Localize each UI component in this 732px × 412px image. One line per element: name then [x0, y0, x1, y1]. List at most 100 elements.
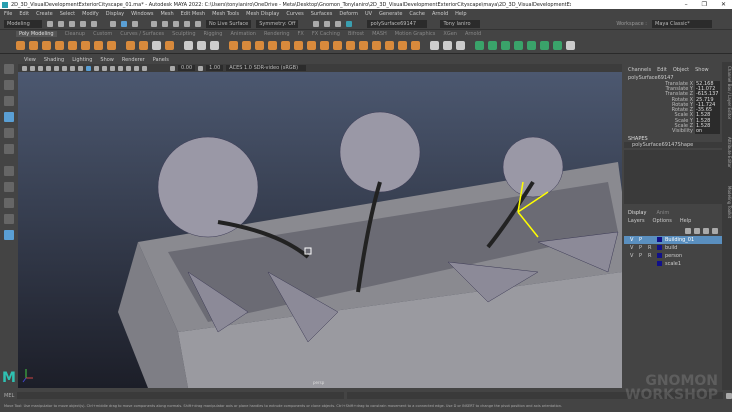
- menu-uv[interactable]: UV: [365, 11, 372, 17]
- grid-icon[interactable]: [46, 65, 51, 71]
- offset-edge-icon[interactable]: [443, 41, 452, 50]
- use-lights-icon[interactable]: [102, 65, 107, 71]
- super-shapes-icon[interactable]: [126, 41, 135, 50]
- insert-edge-loop-icon[interactable]: [411, 41, 420, 50]
- render-icon[interactable]: [313, 20, 320, 27]
- shelf-tab-bifrost[interactable]: Bifrost: [348, 31, 364, 37]
- menu-file[interactable]: File: [4, 11, 12, 17]
- save-scene-icon[interactable]: [69, 20, 75, 27]
- side-tab-channel-box-layer-editor[interactable]: Channel Box / Layer Editor: [722, 66, 732, 119]
- menu-surfaces[interactable]: Surfaces: [311, 11, 333, 17]
- layer-tab-display[interactable]: Display: [628, 210, 646, 216]
- panel-menu-shading[interactable]: Shading: [44, 57, 64, 64]
- persp-outliner-layout-icon[interactable]: [4, 230, 14, 240]
- layer-toggle-p[interactable]: P: [639, 253, 645, 259]
- shelf-tab-cleanup[interactable]: Cleanup: [65, 31, 86, 37]
- image-plane-icon[interactable]: [38, 65, 43, 71]
- hypershade-icon[interactable]: [346, 20, 353, 27]
- scale-tool-icon[interactable]: [4, 144, 14, 154]
- layer-menu-help[interactable]: Help: [680, 218, 691, 224]
- paint-select-tool-icon[interactable]: [4, 96, 14, 106]
- poly-cylinder-icon[interactable]: [42, 41, 51, 50]
- panel-menu-show[interactable]: Show: [100, 57, 114, 64]
- shelf-tab-fx-caching[interactable]: FX Caching: [312, 31, 340, 37]
- uv-unfold-icon[interactable]: [527, 41, 536, 50]
- shelf-tab-rendering[interactable]: Rendering: [264, 31, 290, 37]
- uv-planar-icon[interactable]: [475, 41, 484, 50]
- lasso-tool-icon[interactable]: [4, 80, 14, 90]
- boolean-icon[interactable]: [268, 41, 277, 50]
- uv-cylindrical-icon[interactable]: [488, 41, 497, 50]
- mirror-icon[interactable]: [281, 41, 290, 50]
- symmetry-dropdown[interactable]: Symmetry: Off: [256, 19, 299, 28]
- type-icon[interactable]: [152, 41, 161, 50]
- menu-windows[interactable]: Windows: [131, 11, 153, 17]
- multi-cut-icon[interactable]: [372, 41, 381, 50]
- layer-row[interactable]: V P Building_01: [624, 235, 722, 244]
- menu-curves[interactable]: Curves: [286, 11, 303, 17]
- layer-row[interactable]: scale1: [624, 260, 722, 268]
- render-settings-icon[interactable]: [335, 20, 342, 27]
- target-weld-icon[interactable]: [385, 41, 394, 50]
- menu-mesh-display[interactable]: Mesh Display: [246, 11, 279, 17]
- shelf-tab-arnold[interactable]: Arnold: [465, 31, 481, 37]
- shelf-tab-mash[interactable]: MASH: [372, 31, 387, 37]
- poly-plane-icon[interactable]: [68, 41, 77, 50]
- freeze-transforms-icon[interactable]: [197, 41, 206, 50]
- user-account-dropdown[interactable]: Tony Ianiro: [440, 19, 481, 28]
- uv-spherical-icon[interactable]: [501, 41, 510, 50]
- smooth-icon[interactable]: [255, 41, 264, 50]
- ipr-render-icon[interactable]: [324, 20, 331, 27]
- layer-toggle-p[interactable]: P: [639, 245, 645, 251]
- channel-value[interactable]: on: [695, 128, 720, 135]
- poly-cube-icon[interactable]: [29, 41, 38, 50]
- maximize-button[interactable]: ❐: [702, 1, 707, 8]
- delete-history-icon[interactable]: [210, 41, 219, 50]
- shelf-tab-poly-modeling[interactable]: Poly Modeling: [16, 31, 57, 37]
- move-tool-icon[interactable]: [4, 112, 14, 122]
- layer-color-swatch[interactable]: [657, 253, 662, 259]
- center-pivot-icon[interactable]: [184, 41, 193, 50]
- camera-attributes-icon[interactable]: [22, 65, 27, 71]
- move-layer-up-icon[interactable]: [685, 227, 691, 234]
- layer-tab-anim[interactable]: Anim: [656, 210, 669, 216]
- menu-create[interactable]: Create: [36, 11, 53, 17]
- ambient-occlusion-icon[interactable]: [134, 65, 139, 71]
- viewport-persp[interactable]: persp: [18, 72, 622, 388]
- last-tool-icon[interactable]: [4, 166, 14, 176]
- close-button[interactable]: ✕: [721, 1, 726, 8]
- panel-menu-renderer[interactable]: Renderer: [122, 57, 145, 64]
- uv-sew-icon[interactable]: [566, 41, 575, 50]
- select-object-icon[interactable]: [121, 20, 127, 27]
- shelf-tab-motion-graphics[interactable]: Motion Graphics: [395, 31, 436, 37]
- layer-toggle-r[interactable]: R: [648, 245, 654, 251]
- menu-mesh[interactable]: Mesh: [160, 11, 173, 17]
- exposure-field[interactable]: 0.00: [178, 65, 196, 71]
- shelf-tab-animation[interactable]: Animation: [230, 31, 256, 37]
- shelf-tab-xgen[interactable]: XGen: [443, 31, 457, 37]
- four-view-layout-icon[interactable]: [4, 198, 14, 208]
- poly-torus-icon[interactable]: [81, 41, 90, 50]
- side-tab-attribute-editor[interactable]: Attribute Editor: [722, 137, 732, 168]
- extrude-icon[interactable]: [294, 41, 303, 50]
- open-scene-icon[interactable]: [58, 20, 64, 27]
- poly-pipe-icon[interactable]: [107, 41, 116, 50]
- collapse-icon[interactable]: [359, 41, 368, 50]
- menu-help[interactable]: Help: [455, 11, 466, 17]
- live-surface-field[interactable]: No Live Surface: [206, 19, 252, 28]
- select-hierarchy-icon[interactable]: [110, 20, 116, 27]
- command-input[interactable]: [17, 392, 344, 399]
- layer-color-swatch[interactable]: [657, 261, 662, 267]
- uv-automatic-icon[interactable]: [514, 41, 523, 50]
- snap-view-icon[interactable]: [184, 20, 190, 27]
- poly-cone-icon[interactable]: [55, 41, 64, 50]
- shadows-icon[interactable]: [110, 65, 115, 71]
- wireframe-on-shaded-icon[interactable]: [86, 65, 91, 71]
- select-component-icon[interactable]: [132, 20, 138, 27]
- combine-icon[interactable]: [229, 41, 238, 50]
- workspace-dropdown[interactable]: Maya Classic*: [652, 19, 712, 28]
- panel-menu-lighting[interactable]: Lighting: [72, 57, 92, 64]
- shelf-tab-curves-surfaces[interactable]: Curves / Surfaces: [120, 31, 164, 37]
- crease-icon[interactable]: [456, 41, 465, 50]
- shelf-tab-sculpting[interactable]: Sculpting: [172, 31, 195, 37]
